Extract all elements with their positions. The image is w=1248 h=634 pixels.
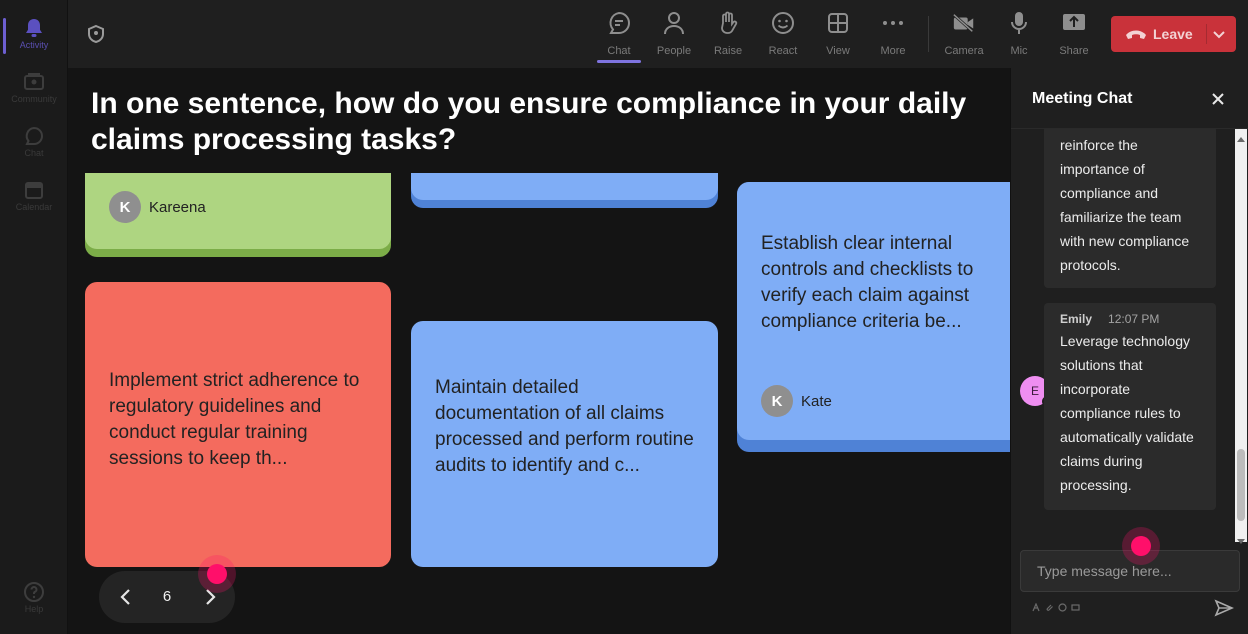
response-card[interactable]: K Kareena [85, 173, 391, 257]
toolbar-raise-button[interactable]: Raise [704, 10, 752, 62]
toolbar-label: View [826, 45, 850, 57]
rail-item-chat[interactable]: Chat [0, 116, 68, 168]
toolbar-divider [928, 16, 929, 52]
microphone-icon [1007, 10, 1031, 36]
rail-label: Chat [24, 148, 44, 158]
toolbar-label: Camera [944, 45, 984, 57]
toolbar-view-button[interactable]: View [814, 10, 862, 62]
rail-item-help[interactable]: Help [0, 572, 68, 624]
rail-label: Community [11, 94, 57, 104]
format-toolbar [1032, 603, 1080, 613]
response-card[interactable] [411, 173, 718, 208]
people-icon [662, 10, 686, 36]
community-icon [23, 72, 45, 92]
camera-off-icon [952, 10, 976, 36]
leave-divider [1206, 24, 1207, 44]
chat-icon [23, 126, 45, 146]
card-face [411, 173, 718, 200]
chat-icon [607, 10, 631, 36]
response-card[interactable]: Establish clear internal controls and ch… [737, 182, 1010, 452]
chevron-right-icon[interactable] [200, 587, 220, 607]
gif-icon[interactable] [1071, 603, 1080, 612]
toolbar-chat-button[interactable]: Chat [595, 10, 643, 63]
pointer-indicator [1131, 536, 1151, 556]
meeting-toolbar: Chat People Raise React View More Camera… [68, 0, 1248, 68]
toolbar-react-button[interactable]: React [759, 10, 807, 62]
chat-title: Meeting Chat [1032, 90, 1133, 107]
scroll-up-arrow-icon[interactable] [1237, 131, 1245, 142]
toolbar-people-button[interactable]: People [650, 10, 698, 62]
message-text: reinforce the importance of compliance a… [1060, 137, 1190, 273]
chat-message: Emily 12:07 PM Leverage technology solut… [1044, 303, 1216, 510]
app-rail: Activity Community Chat Calendar Help [0, 0, 68, 634]
brainstorm-board: In one sentence, how do you ensure compl… [68, 68, 1010, 634]
author-avatar: K [761, 385, 793, 417]
toolbar-label: More [880, 45, 906, 57]
more-icon [881, 10, 905, 36]
card-text: Establish clear internal controls and ch… [761, 233, 974, 332]
meeting-chat-panel: Meeting Chat reinforce the importance of… [1010, 68, 1248, 634]
card-text: Maintain detailed documentation of all c… [435, 377, 694, 476]
chevron-left-icon[interactable] [116, 587, 136, 607]
scroll-down-arrow-icon[interactable] [1237, 532, 1245, 544]
toolbar-more-button[interactable]: More [869, 10, 917, 62]
page-number: 6 [162, 588, 172, 605]
toolbar-label: Raise [713, 45, 743, 57]
board-question: In one sentence, how do you ensure compl… [91, 87, 967, 156]
chat-message: reinforce the importance of compliance a… [1044, 129, 1216, 288]
toolbar-share-button[interactable]: Share [1050, 10, 1098, 62]
card-face: K Kareena [85, 173, 391, 249]
message-meta: Emily 12:07 PM [1060, 312, 1200, 328]
emoji-icon[interactable] [1058, 603, 1067, 612]
toolbar-mic-button[interactable]: Mic [995, 10, 1043, 62]
message-text: Leverage technology solutions that incor… [1060, 333, 1194, 493]
response-card[interactable]: Maintain detailed documentation of all c… [411, 321, 718, 567]
message-author: Emily [1060, 312, 1093, 326]
attach-icon[interactable] [1045, 603, 1054, 612]
rail-label: Calendar [15, 202, 53, 212]
close-icon[interactable] [1209, 90, 1227, 108]
leave-button[interactable]: Leave [1111, 16, 1236, 52]
help-icon [23, 582, 45, 602]
author-avatar: K [109, 191, 141, 223]
chat-message-input[interactable] [1020, 550, 1240, 592]
card-text: Implement strict adherence to regulatory… [109, 370, 360, 469]
card-author: Kate [801, 393, 832, 410]
send-icon[interactable] [1214, 599, 1234, 617]
share-screen-icon [1062, 10, 1086, 36]
response-card[interactable]: Implement strict adherence to regulatory… [85, 282, 391, 567]
chevron-down-icon[interactable] [1212, 27, 1226, 41]
toolbar-label: People [656, 45, 692, 57]
card-author: Kareena [149, 199, 206, 216]
toolbar-camera-button[interactable]: Camera [940, 10, 988, 62]
avatar-initial: E [1030, 384, 1039, 398]
toolbar-label: Share [1059, 45, 1089, 57]
format-text-icon[interactable] [1032, 603, 1041, 612]
hand-icon [716, 10, 740, 36]
phone-hangup-icon [1125, 27, 1147, 41]
smiley-icon [771, 10, 795, 36]
rail-label: Activity [19, 40, 49, 50]
toolbar-label: Mic [1010, 45, 1028, 57]
scrollbar-thumb[interactable] [1237, 449, 1245, 521]
message-list[interactable]: reinforce the importance of compliance a… [1011, 129, 1235, 542]
card-face: Establish clear internal controls and ch… [737, 182, 1010, 440]
message-time: 12:07 PM [1108, 312, 1160, 326]
leave-label: Leave [1153, 26, 1193, 42]
rail-item-community[interactable]: Community [0, 62, 68, 114]
bell-icon [23, 18, 45, 38]
rail-label: Help [24, 604, 44, 614]
shield-icon[interactable] [86, 24, 106, 44]
calendar-icon [23, 180, 45, 200]
chat-scrollbar[interactable] [1235, 129, 1247, 544]
toolbar-label: React [768, 45, 798, 57]
grid-view-icon [826, 10, 850, 36]
rail-item-activity[interactable]: Activity [0, 8, 68, 60]
toolbar-label: Chat [607, 45, 631, 57]
pointer-indicator [207, 564, 227, 584]
rail-item-calendar[interactable]: Calendar [0, 170, 68, 222]
